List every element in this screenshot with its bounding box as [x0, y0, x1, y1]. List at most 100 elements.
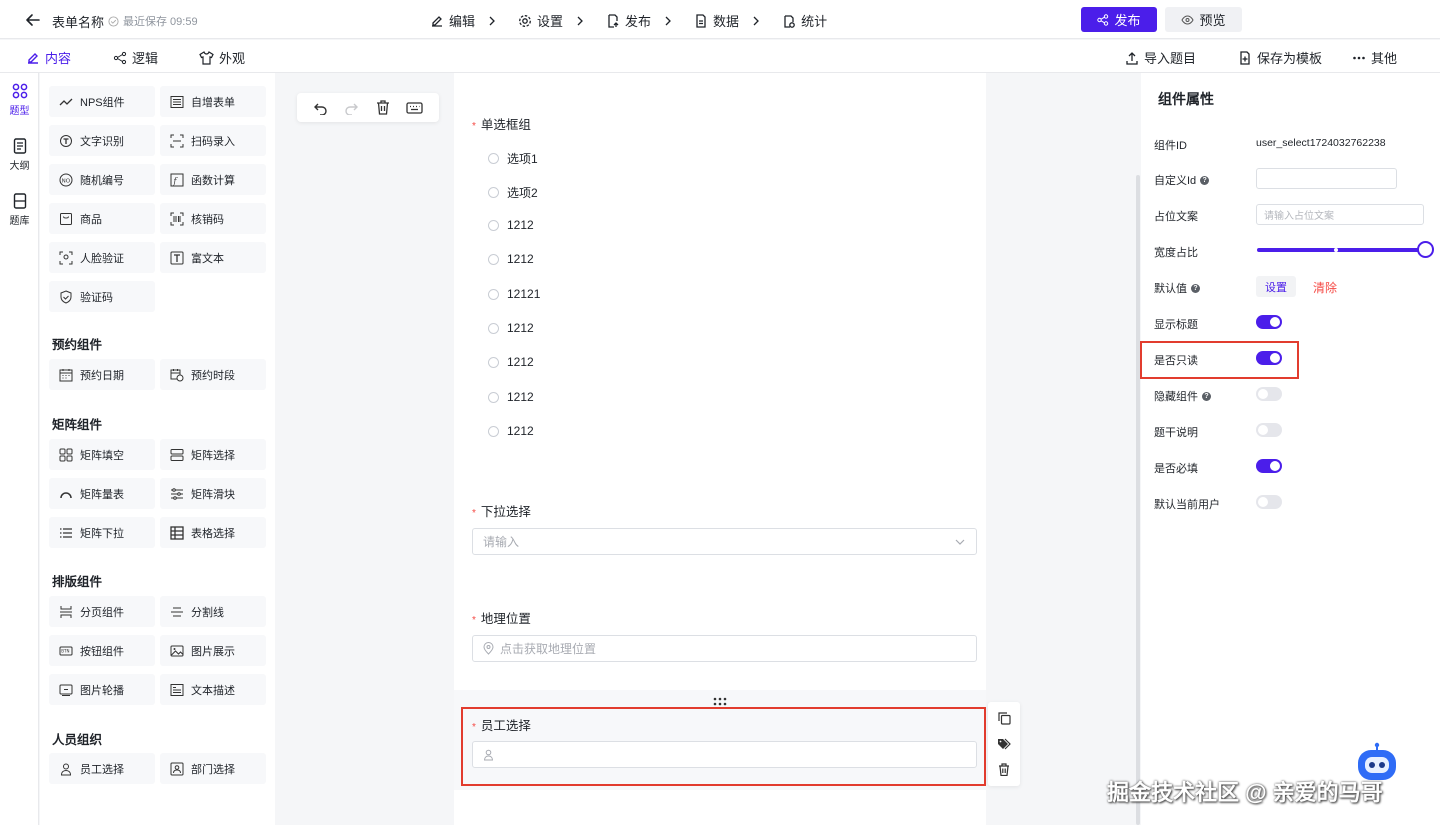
- custom-id-input[interactable]: [1256, 168, 1397, 189]
- default-set-button[interactable]: 设置: [1256, 276, 1296, 297]
- palette-item-face-verify[interactable]: 人脸验证: [49, 242, 155, 273]
- radio-circle[interactable]: [488, 356, 499, 368]
- drag-handle-icon[interactable]: [713, 697, 727, 706]
- tab-content[interactable]: 内容: [26, 48, 71, 67]
- palette-item-nps[interactable]: NPS组件: [49, 86, 155, 117]
- help-icon[interactable]: ?: [1191, 283, 1200, 293]
- more-button[interactable]: 其他: [1352, 48, 1397, 67]
- redo-icon[interactable]: [344, 101, 359, 115]
- palette-item-button[interactable]: BTN 按钮组件: [49, 635, 155, 666]
- location-field[interactable]: 点击获取地理位置: [472, 635, 977, 662]
- step-publish[interactable]: 发布: [606, 11, 672, 30]
- radio-option[interactable]: 选项2: [488, 184, 538, 201]
- help-icon[interactable]: ?: [1202, 391, 1211, 401]
- function-icon: f: [170, 173, 184, 186]
- question-dropdown[interactable]: * 下拉选择: [472, 501, 531, 520]
- palette-item-booking-slot[interactable]: 预约时段: [160, 359, 266, 390]
- form-name[interactable]: 表单名称: [52, 12, 104, 31]
- palette-item-matrix-fill[interactable]: 矩阵填空: [49, 439, 155, 470]
- radio-option[interactable]: 1212: [488, 218, 534, 232]
- palette-item-matrix-dropdown[interactable]: 矩阵下拉: [49, 517, 155, 548]
- copy-icon[interactable]: [997, 712, 1011, 725]
- publish-button[interactable]: 发布: [1081, 7, 1157, 32]
- palette-item-image[interactable]: 图片展示: [160, 635, 266, 666]
- radio-circle[interactable]: [488, 322, 499, 334]
- hide-component-toggle[interactable]: [1256, 387, 1282, 401]
- tab-logic[interactable]: 逻辑: [113, 48, 158, 67]
- palette-item-verify-code[interactable]: 核销码: [160, 203, 266, 234]
- palette-item-table-select[interactable]: 表格选择: [160, 517, 266, 548]
- palette-item-product[interactable]: 商品: [49, 203, 155, 234]
- question-radio-group[interactable]: * 单选框组: [472, 114, 531, 133]
- palette-item-captcha[interactable]: 验证码: [49, 281, 155, 312]
- undo-icon[interactable]: [313, 101, 328, 115]
- description-toggle[interactable]: [1256, 423, 1282, 437]
- palette-item-label: 自增表单: [191, 96, 235, 109]
- save-as-template-button[interactable]: 保存为模板: [1238, 48, 1322, 67]
- rail-question-types[interactable]: 题型: [0, 83, 39, 117]
- radio-circle[interactable]: [488, 253, 499, 265]
- rail-question-bank[interactable]: 题库: [0, 193, 39, 227]
- palette-item-divider[interactable]: 分割线: [160, 596, 266, 627]
- canvas-scrollbar[interactable]: [1136, 175, 1140, 825]
- palette-item-random-number[interactable]: NO 随机编号: [49, 164, 155, 195]
- help-icon[interactable]: ?: [1200, 175, 1210, 185]
- palette-item-pagination[interactable]: 分页组件: [49, 596, 155, 627]
- radio-option[interactable]: 1212: [488, 252, 534, 266]
- step-settings[interactable]: 设置: [518, 11, 584, 30]
- palette-item-auto-form[interactable]: 自增表单: [160, 86, 266, 117]
- radio-option[interactable]: 选项1: [488, 150, 538, 167]
- import-questions-button[interactable]: 导入题目: [1125, 48, 1196, 67]
- custom-id-text: 自定义Id: [1154, 175, 1197, 187]
- question-location[interactable]: * 地理位置: [472, 608, 531, 627]
- step-stats[interactable]: 统计: [782, 11, 827, 30]
- keyboard-icon[interactable]: [406, 101, 423, 114]
- radio-option[interactable]: 1212: [488, 424, 534, 438]
- radio-option[interactable]: 1212: [488, 355, 534, 369]
- radio-option[interactable]: 1212: [488, 321, 534, 335]
- palette-item-matrix-slider[interactable]: 矩阵滑块: [160, 478, 266, 509]
- placeholder-input[interactable]: 请输入占位文案: [1256, 204, 1424, 225]
- radio-option[interactable]: 12121: [488, 287, 540, 301]
- radio-circle[interactable]: [488, 219, 499, 231]
- radio-option-label: 1212: [507, 424, 534, 438]
- radio-option-label: 1212: [507, 218, 534, 232]
- palette-item-carousel[interactable]: 图片轮播: [49, 674, 155, 705]
- palette-item-booking-date[interactable]: 预约日期: [49, 359, 155, 390]
- width-slider-handle[interactable]: [1417, 241, 1434, 258]
- palette-item-department[interactable]: 部门选择: [160, 753, 266, 784]
- radio-circle[interactable]: [488, 153, 499, 164]
- tag-icon[interactable]: [997, 738, 1011, 750]
- show-title-toggle[interactable]: [1256, 315, 1282, 329]
- radio-circle[interactable]: [488, 288, 499, 300]
- radio-circle[interactable]: [488, 187, 499, 198]
- required-toggle[interactable]: [1256, 459, 1282, 473]
- rail-outline[interactable]: 大纲: [0, 138, 39, 172]
- step-data[interactable]: 数据: [694, 11, 760, 30]
- palette-item-scan[interactable]: 扫码录入: [160, 125, 266, 156]
- palette-item-matrix-scale[interactable]: 矩阵量表: [49, 478, 155, 509]
- outline-doc-icon: [13, 138, 26, 154]
- delete-icon[interactable]: [376, 100, 390, 115]
- radio-circle[interactable]: [488, 425, 499, 437]
- palette-item-function[interactable]: f 函数计算: [160, 164, 266, 195]
- width-slider-track[interactable]: [1257, 248, 1425, 252]
- palette-item-text-desc[interactable]: 文本描述: [160, 674, 266, 705]
- workflow-steps: 编辑 设置 发布 数据 统计: [430, 11, 849, 30]
- step-edit[interactable]: 编辑: [430, 11, 496, 30]
- palette-item-rich-text[interactable]: 富文本: [160, 242, 266, 273]
- default-current-user-toggle[interactable]: [1256, 495, 1282, 509]
- back-arrow-icon[interactable]: [24, 11, 42, 29]
- preview-button[interactable]: 预览: [1165, 7, 1242, 32]
- default-clear-button[interactable]: 清除: [1313, 279, 1337, 296]
- dropdown-select[interactable]: 请输入: [472, 528, 977, 555]
- palette-item-matrix-select[interactable]: 矩阵选择: [160, 439, 266, 470]
- delete-icon[interactable]: [998, 763, 1010, 776]
- toggle-knob: [1258, 389, 1268, 399]
- tab-appearance[interactable]: 外观: [199, 48, 245, 67]
- palette-item-employee[interactable]: 员工选择: [49, 753, 155, 784]
- radio-option[interactable]: 1212: [488, 390, 534, 404]
- section-title-booking: 预约组件: [52, 338, 103, 352]
- radio-circle[interactable]: [488, 391, 499, 403]
- palette-item-ocr[interactable]: 文字识别: [49, 125, 155, 156]
